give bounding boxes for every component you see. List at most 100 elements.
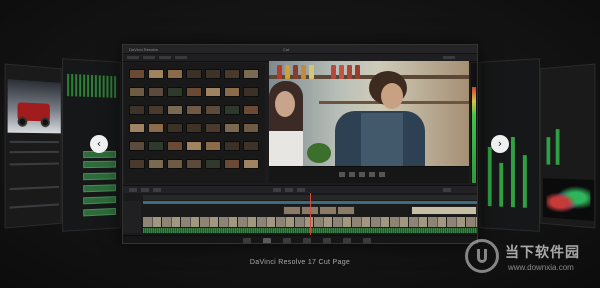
- menu-item[interactable]: [127, 56, 139, 59]
- media-thumbnail[interactable]: [243, 69, 259, 79]
- foreground-person-face: [275, 91, 295, 117]
- tool-icon[interactable]: [153, 188, 161, 192]
- color-page-icon[interactable]: [323, 238, 331, 243]
- media-thumbnail[interactable]: [243, 159, 259, 169]
- timeline[interactable]: [123, 193, 477, 235]
- media-thumbnail[interactable]: [205, 87, 221, 97]
- viewer-transport: [269, 167, 469, 183]
- side-panel-right-far[interactable]: [540, 63, 596, 229]
- next-frame-icon[interactable]: [379, 172, 385, 177]
- media-thumbnail[interactable]: [205, 141, 221, 151]
- menu-item[interactable]: [443, 56, 455, 59]
- media-thumbnail[interactable]: [224, 123, 240, 133]
- timeline-clip-title[interactable]: [411, 206, 477, 215]
- media-thumbnail[interactable]: [243, 123, 259, 133]
- jeep-wheel: [17, 116, 28, 127]
- media-thumbnail[interactable]: [224, 69, 240, 79]
- scope-trace: [546, 184, 591, 217]
- menu-item[interactable]: [159, 56, 171, 59]
- tool-icon[interactable]: [297, 188, 305, 192]
- media-thumbnail[interactable]: [224, 141, 240, 151]
- page-title: Cut: [283, 47, 290, 52]
- media-thumbnail[interactable]: [129, 105, 145, 115]
- media-thumbnail[interactable]: [129, 141, 145, 151]
- fader-level: [499, 162, 504, 207]
- media-page-icon[interactable]: [243, 238, 251, 243]
- media-thumbnail[interactable]: [167, 69, 183, 79]
- media-thumbnail[interactable]: [167, 159, 183, 169]
- cut-page-icon[interactable]: [263, 238, 271, 243]
- tool-icon[interactable]: [285, 188, 293, 192]
- carousel-prev-button[interactable]: ‹: [90, 135, 108, 153]
- media-thumbnail[interactable]: [186, 159, 202, 169]
- media-thumbnail[interactable]: [224, 105, 240, 115]
- timeline-clip[interactable]: [319, 206, 337, 215]
- media-thumbnail[interactable]: [186, 69, 202, 79]
- waveform-line: [9, 185, 59, 191]
- deliver-page-icon[interactable]: [363, 238, 371, 243]
- tool-icon[interactable]: [443, 188, 451, 192]
- media-thumbnail[interactable]: [167, 105, 183, 115]
- media-thumbnail[interactable]: [148, 123, 164, 133]
- play-icon[interactable]: [369, 172, 375, 177]
- media-thumbnail[interactable]: [224, 159, 240, 169]
- page-navigation-bar: [123, 235, 477, 243]
- media-thumbnail[interactable]: [167, 141, 183, 151]
- media-thumbnail[interactable]: [205, 105, 221, 115]
- media-thumbnail[interactable]: [148, 105, 164, 115]
- media-thumbnail[interactable]: [186, 105, 202, 115]
- media-thumbnail[interactable]: [148, 141, 164, 151]
- media-thumbnail[interactable]: [205, 123, 221, 133]
- timeline-clip[interactable]: [337, 206, 355, 215]
- media-thumbnail[interactable]: [129, 87, 145, 97]
- fusion-page-icon[interactable]: [303, 238, 311, 243]
- media-thumbnail[interactable]: [205, 69, 221, 79]
- media-thumbnail[interactable]: [224, 87, 240, 97]
- waveform-line: [9, 203, 59, 209]
- media-thumbnail[interactable]: [148, 87, 164, 97]
- fairlight-page-icon[interactable]: [343, 238, 351, 243]
- fader-level: [510, 136, 515, 208]
- media-thumbnail[interactable]: [129, 123, 145, 133]
- media-thumbnail[interactable]: [129, 159, 145, 169]
- media-thumbnail[interactable]: [186, 123, 202, 133]
- waveform-line: [9, 140, 59, 144]
- media-thumbnail[interactable]: [129, 69, 145, 79]
- green-track: [83, 172, 117, 181]
- media-thumbnail[interactable]: [186, 141, 202, 151]
- watermark-logo-icon: [465, 239, 499, 273]
- media-thumbnail[interactable]: [243, 141, 259, 151]
- viewer-frame-image: [269, 61, 469, 166]
- foreground-person-shirt: [269, 131, 303, 166]
- timeline-toolbar: [123, 185, 477, 193]
- timeline-clip[interactable]: [283, 206, 301, 215]
- media-thumbnail[interactable]: [167, 123, 183, 133]
- prev-frame-icon[interactable]: [339, 172, 345, 177]
- tool-icon[interactable]: [273, 188, 281, 192]
- media-thumbnail[interactable]: [243, 87, 259, 97]
- chef-face: [381, 83, 403, 109]
- menu-item[interactable]: [175, 56, 187, 59]
- edit-page-icon[interactable]: [283, 238, 291, 243]
- resolve-main-window[interactable]: DaVinci Resolve Cut: [122, 44, 478, 244]
- media-pool[interactable]: [125, 63, 265, 183]
- waveform-line: [9, 162, 59, 166]
- play-reverse-icon[interactable]: [349, 172, 355, 177]
- side-panel-right-near[interactable]: [479, 58, 540, 232]
- menu-item[interactable]: [143, 56, 155, 59]
- media-thumbnail[interactable]: [148, 159, 164, 169]
- media-thumbnail[interactable]: [167, 87, 183, 97]
- carousel-next-button[interactable]: ›: [491, 135, 509, 153]
- media-thumbnail[interactable]: [205, 159, 221, 169]
- media-thumbnail[interactable]: [186, 87, 202, 97]
- viewer[interactable]: [269, 61, 469, 183]
- tool-icon[interactable]: [141, 188, 149, 192]
- media-thumbnail[interactable]: [243, 105, 259, 115]
- side-panel-left-far[interactable]: [4, 63, 62, 229]
- bottle: [339, 65, 344, 79]
- playhead[interactable]: [310, 193, 311, 235]
- media-thumbnail[interactable]: [148, 69, 164, 79]
- stop-icon[interactable]: [359, 172, 365, 177]
- vegetables: [307, 143, 331, 163]
- tool-icon[interactable]: [129, 188, 137, 192]
